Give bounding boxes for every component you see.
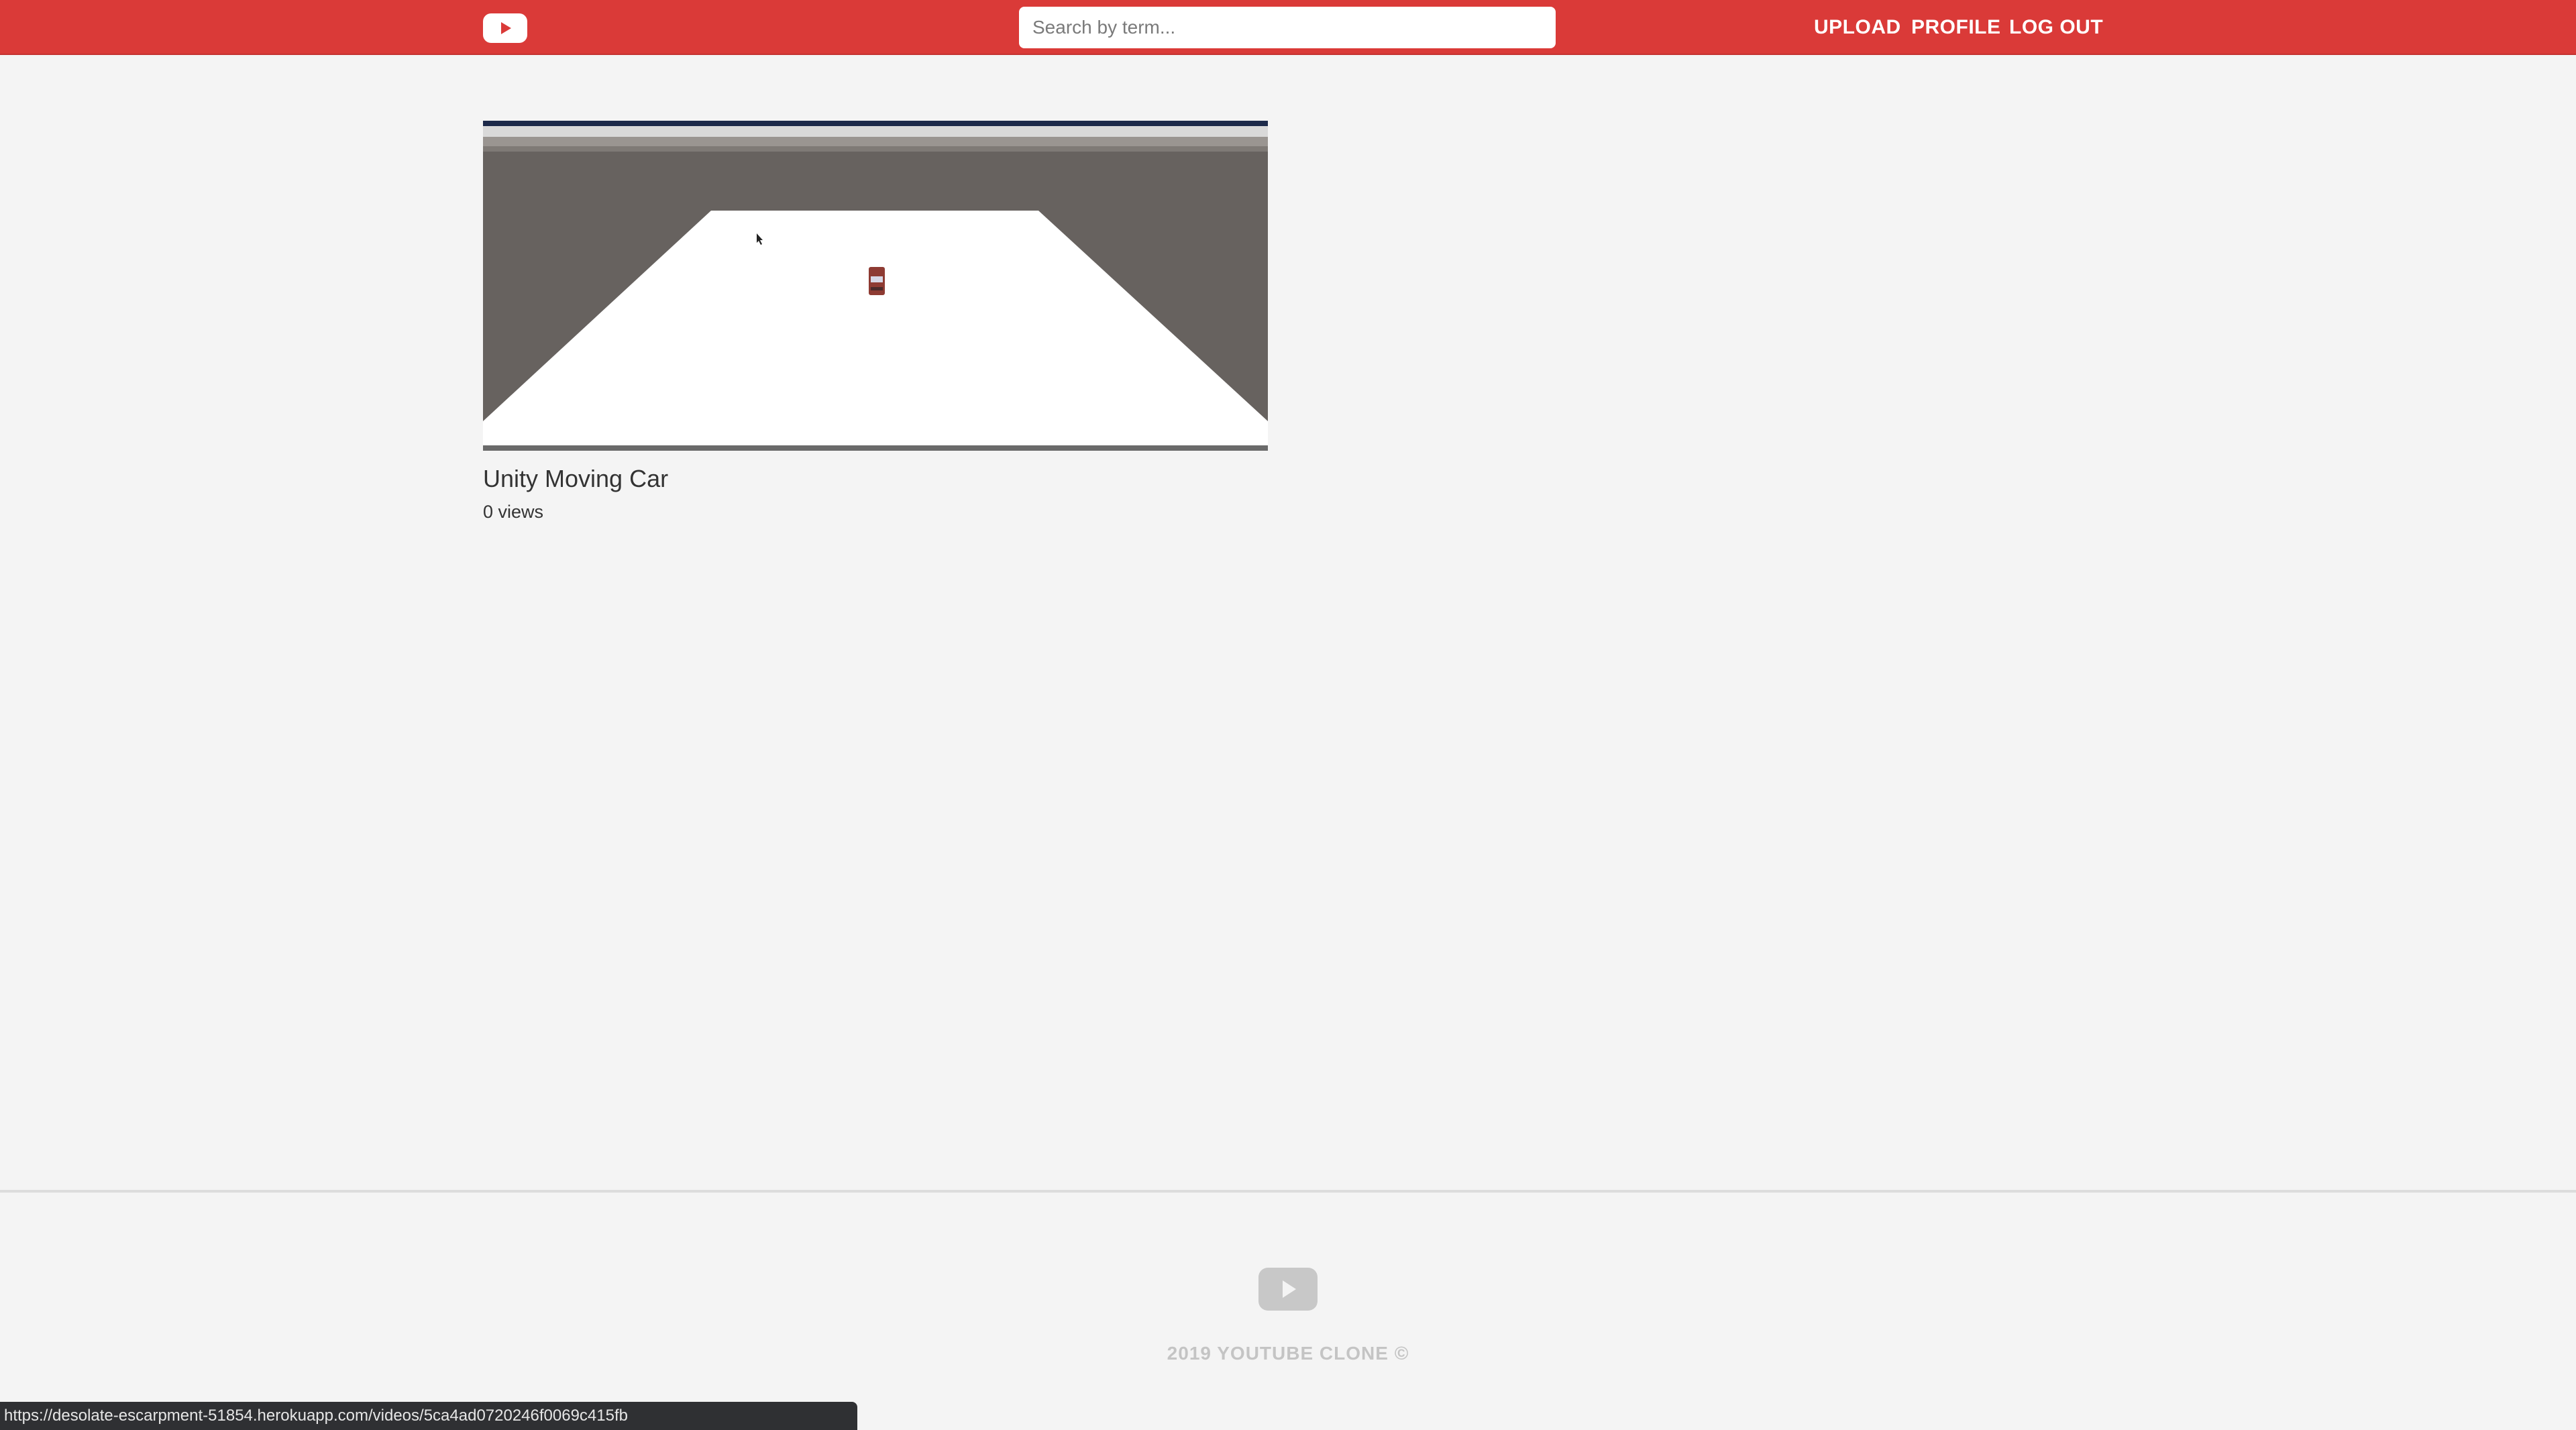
video-title[interactable]: Unity Moving Car	[483, 464, 1268, 494]
profile-link[interactable]: PROFILE	[1911, 0, 2001, 55]
thumbnail-scene	[483, 211, 1268, 445]
logout-link[interactable]: LOG OUT	[2009, 0, 2103, 55]
footer: 2019 YOUTUBE CLONE ©	[0, 1190, 2576, 1430]
copyright-text: 2019 YOUTUBE CLONE ©	[1167, 1343, 1409, 1364]
road-plane	[483, 211, 1268, 445]
video-thumbnail[interactable]	[483, 121, 1268, 451]
car-icon	[869, 267, 885, 295]
play-logo-icon[interactable]	[483, 13, 527, 43]
link-preview-status-bar: https://desolate-escarpment-51854.heroku…	[0, 1402, 857, 1430]
thumbnail-progress-bar	[483, 445, 1268, 451]
video-views: 0 views	[483, 502, 544, 522]
search-input[interactable]	[1019, 7, 1556, 48]
play-logo-icon	[1258, 1268, 1318, 1311]
top-nav-bar: UPLOAD PROFILE LOG OUT	[0, 0, 2576, 55]
video-card[interactable]: Unity Moving Car 0 views	[483, 121, 1268, 522]
upload-link[interactable]: UPLOAD	[1814, 0, 1901, 55]
